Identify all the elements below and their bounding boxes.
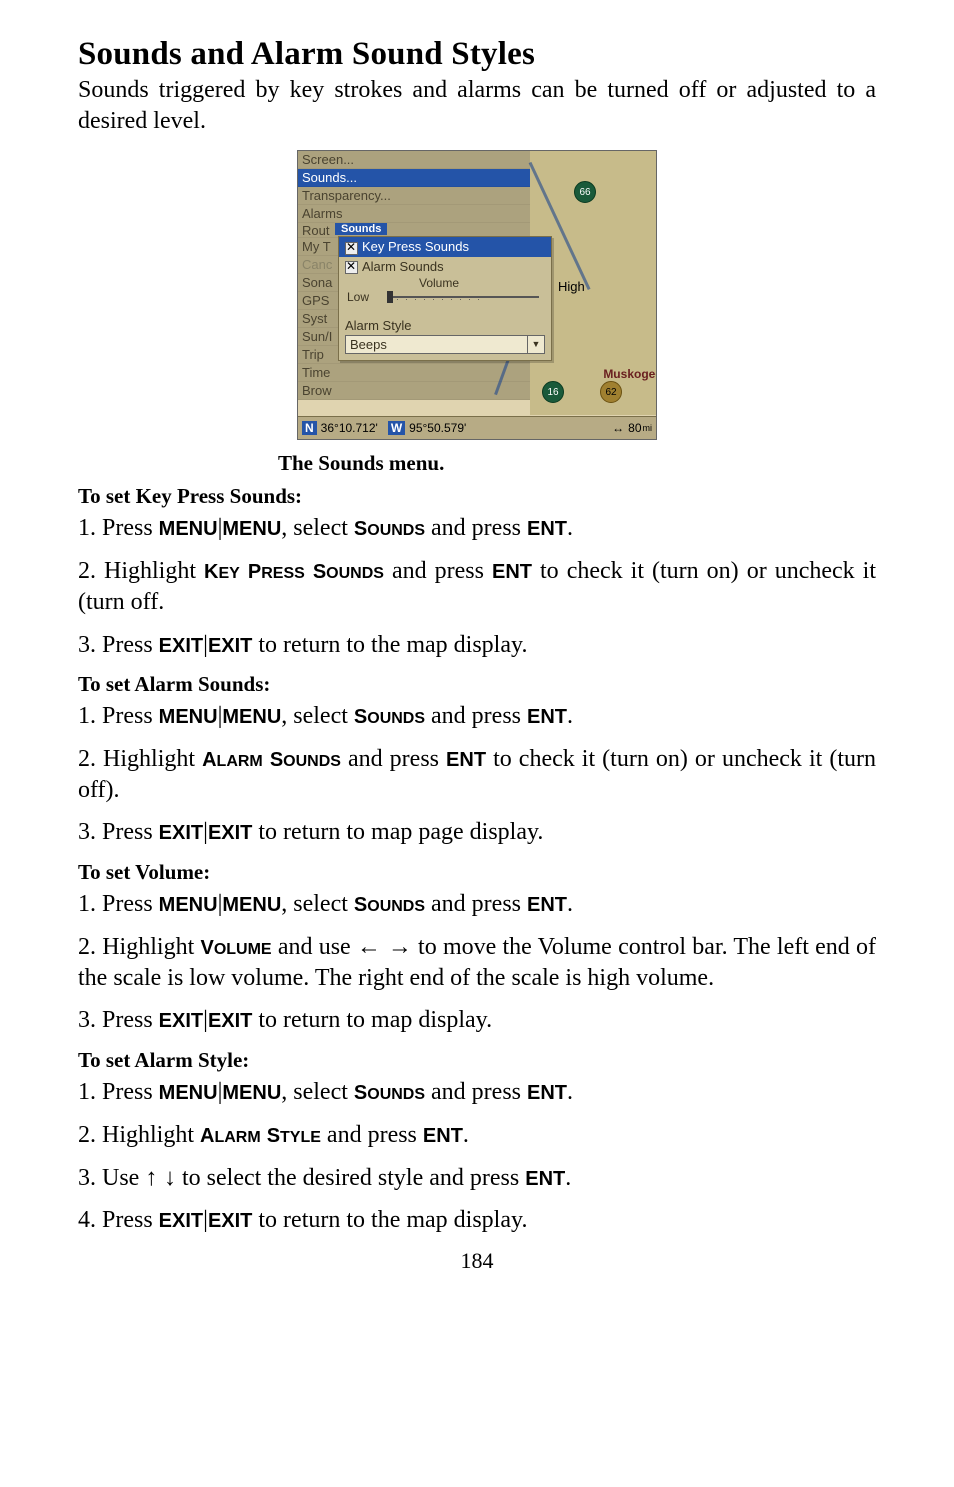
instruction-step: 3. Press EXIT|EXIT to return to map page…: [78, 817, 876, 848]
command-smallcaps: VOLUME: [200, 937, 271, 959]
instruction-step: 1. Press MENU|MENU, select SOUNDS and pr…: [78, 1077, 876, 1108]
checkbox-checked-icon[interactable]: [345, 261, 358, 274]
figure-sounds-menu: Screen... Sounds... Transparency... Alar…: [78, 150, 876, 476]
instruction-step: 2. Highlight VOLUME and use ← → to move …: [78, 932, 876, 993]
slider-ticks: ···········: [387, 294, 539, 304]
screenshot-sounds-menu: Screen... Sounds... Transparency... Alar…: [297, 150, 657, 440]
instruction-step: 3. Use ↑ ↓ to select the desired style a…: [78, 1163, 876, 1194]
command-key: EXIT: [159, 635, 203, 657]
option-alarm-sounds[interactable]: Alarm Sounds: [339, 257, 551, 276]
command-key: ENT: [527, 1082, 567, 1104]
latitude-value: 36°10.712': [321, 421, 378, 435]
command-key: MENU: [222, 706, 281, 728]
alarm-style-dropdown[interactable]: Beeps ▼: [345, 335, 545, 354]
city-label-muskogee: Muskogee: [603, 367, 657, 381]
arrow-keys-icon: ← →: [357, 933, 412, 960]
instruction-step: 1. Press MENU|MENU, select SOUNDS and pr…: [78, 513, 876, 544]
command-key: MENU: [222, 894, 281, 916]
hwy-shield-62-icon: 62: [600, 381, 622, 403]
command-key: EXIT: [208, 1210, 252, 1232]
volume-label: Volume: [419, 276, 459, 290]
menu-item-transparency[interactable]: Transparency...: [298, 187, 530, 205]
section-heading: To set Alarm Sounds:: [78, 672, 876, 697]
command-smallcaps: ALARM: [200, 1125, 261, 1147]
command-key: MENU: [159, 894, 218, 916]
section-heading: To set Key Press Sounds:: [78, 484, 876, 509]
menu-item-route[interactable]: Rout: [298, 223, 329, 238]
volume-low-label: Low: [347, 290, 369, 304]
command-key: ENT: [527, 706, 567, 728]
page-title: Sounds and Alarm Sound Styles: [78, 36, 876, 73]
hwy-shield-16-icon: 16: [542, 381, 564, 403]
command-smallcaps: SOUNDS: [313, 561, 384, 583]
figure-caption: The Sounds menu.: [278, 451, 876, 476]
instruction-step: 4. Press EXIT|EXIT to return to the map …: [78, 1205, 876, 1236]
option-label: Alarm Sounds: [362, 259, 444, 274]
popup-title: Sounds: [335, 223, 387, 235]
instruction-step: 1. Press MENU|MENU, select SOUNDS and pr…: [78, 889, 876, 920]
arrow-keys-icon: ↑ ↓: [145, 1164, 176, 1191]
option-label: Key Press Sounds: [362, 239, 469, 254]
range-unit: mi: [643, 423, 653, 433]
section-heading: To set Alarm Style:: [78, 1048, 876, 1073]
command-smallcaps: SOUNDS: [354, 518, 425, 540]
menu-item-screen[interactable]: Screen...: [298, 151, 530, 169]
ew-indicator: W: [388, 421, 405, 435]
menu-item-alarms[interactable]: Alarms: [298, 205, 530, 223]
instruction-step: 1. Press MENU|MENU, select SOUNDS and pr…: [78, 701, 876, 732]
menu-item-sounds[interactable]: Sounds...: [298, 169, 530, 187]
command-key: EXIT: [208, 1010, 252, 1032]
checkbox-checked-icon[interactable]: [345, 242, 358, 255]
command-smallcaps: STYLE: [267, 1125, 321, 1147]
command-key: EXIT: [159, 1210, 203, 1232]
command-key: MENU: [159, 706, 218, 728]
command-key: EXIT: [208, 635, 252, 657]
dropdown-value: Beeps: [350, 337, 387, 352]
command-smallcaps: SOUNDS: [354, 706, 425, 728]
command-key: MENU: [159, 518, 218, 540]
command-smallcaps: ALARM: [202, 749, 263, 771]
sounds-popup: Sounds Key Press Sounds Alarm Sounds Vol…: [338, 236, 552, 360]
command-key: ENT: [527, 518, 567, 540]
page-number: 184: [78, 1248, 876, 1274]
command-smallcaps: KEY: [204, 561, 240, 583]
instruction-step: 2. Highlight ALARM STYLE and press ENT.: [78, 1120, 876, 1151]
status-bar: N 36°10.712' W 95°50.579' ↔ 80 mi: [298, 416, 656, 439]
command-key: MENU: [159, 1082, 218, 1104]
option-key-press-sounds[interactable]: Key Press Sounds: [339, 237, 551, 256]
instruction-step: 3. Press EXIT|EXIT to return to the map …: [78, 630, 876, 661]
command-key: EXIT: [208, 822, 252, 844]
alarm-style-label: Alarm Style: [345, 318, 545, 333]
intro-text: Sounds triggered by key strokes and alar…: [78, 75, 876, 136]
slider-knob-icon[interactable]: [387, 291, 393, 303]
command-key: ENT: [527, 894, 567, 916]
hwy-shield-66-icon: 66: [574, 181, 596, 203]
command-key: MENU: [222, 518, 281, 540]
longitude-value: 95°50.579': [409, 421, 466, 435]
alarm-style-section: Alarm Style Beeps ▼: [339, 316, 551, 360]
command-smallcaps: SOUNDS: [270, 749, 341, 771]
command-key: MENU: [222, 1082, 281, 1104]
instruction-step: 3. Press EXIT|EXIT to return to map disp…: [78, 1005, 876, 1036]
chevron-down-icon[interactable]: ▼: [527, 336, 544, 353]
instruction-step: 2. Highlight KEY PRESS SOUNDS and press …: [78, 556, 876, 617]
command-smallcaps: SOUNDS: [354, 894, 425, 916]
command-key: ENT: [423, 1125, 463, 1147]
volume-high-label: High: [558, 279, 585, 294]
range-value: 80: [628, 421, 641, 435]
command-key: EXIT: [159, 1010, 203, 1032]
menu-item-timers[interactable]: Time: [298, 364, 530, 382]
ns-indicator: N: [302, 421, 317, 435]
command-key: ENT: [446, 749, 486, 771]
command-key: EXIT: [159, 822, 203, 844]
section-heading: To set Volume:: [78, 860, 876, 885]
command-key: ENT: [525, 1168, 565, 1190]
command-key: ENT: [492, 561, 532, 583]
command-smallcaps: SOUNDS: [354, 1082, 425, 1104]
command-smallcaps: PRESS: [248, 561, 305, 583]
pan-arrow-icon: ↔: [612, 421, 624, 435]
instruction-step: 2. Highlight ALARM SOUNDS and press ENT …: [78, 744, 876, 805]
volume-slider[interactable]: Volume Low ···········: [339, 276, 551, 316]
